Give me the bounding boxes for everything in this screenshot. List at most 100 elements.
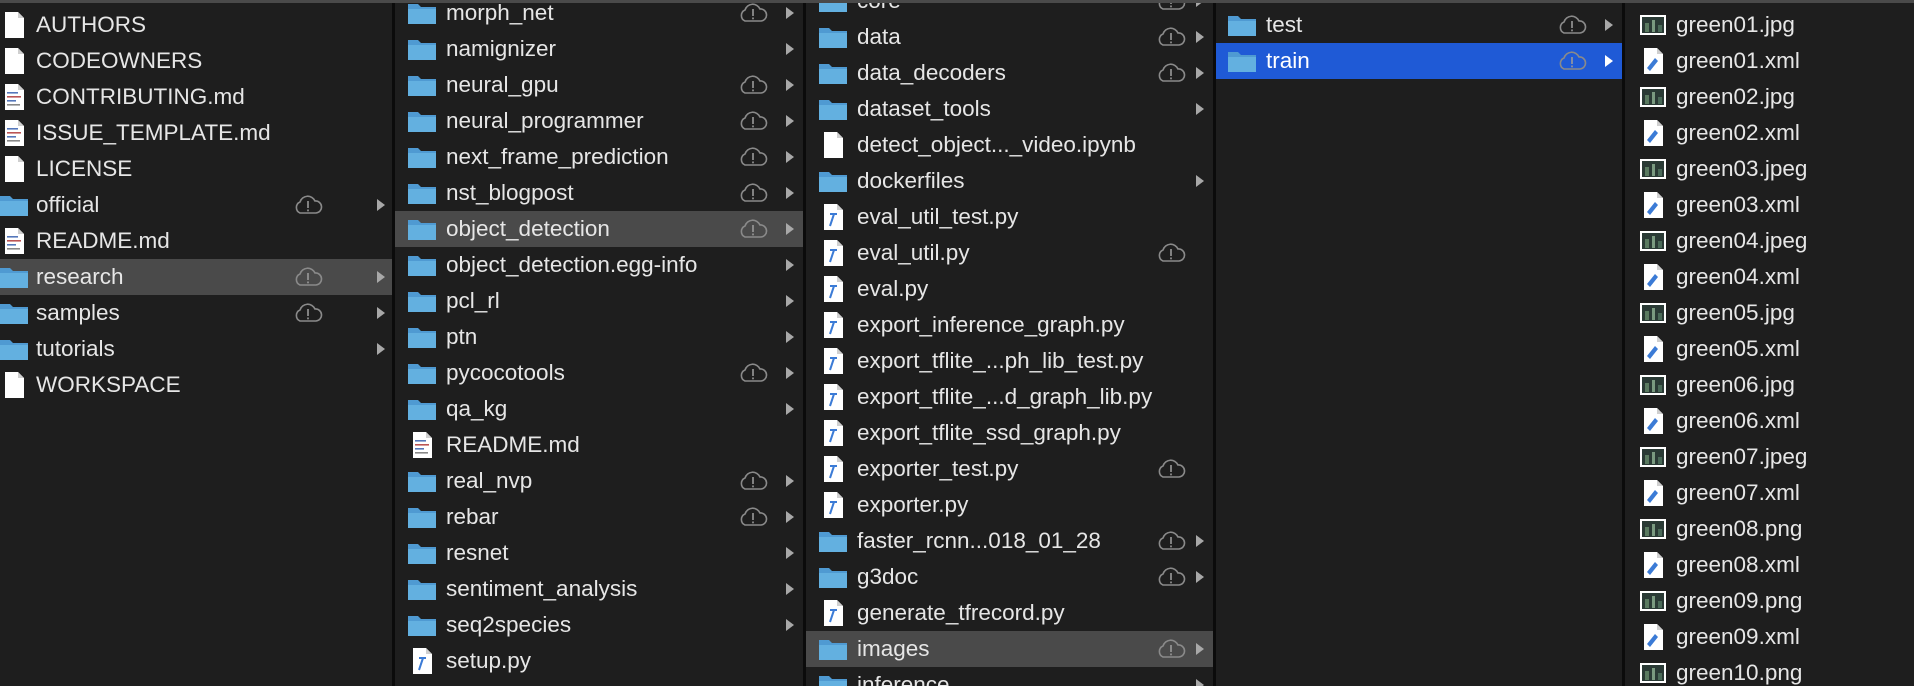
- file-row[interactable]: export_inference_graph.py: [806, 307, 1213, 343]
- file-row[interactable]: green08.png: [1625, 511, 1914, 547]
- column-3[interactable]: core data data_decoders dataset_toolsdetect…: [806, 3, 1213, 686]
- file-list: AUTHORS CODEOWNERS CONTRIBUTING.md ISSUE_TE…: [0, 7, 392, 403]
- folder-row[interactable]: faster_rcnn...018_01_28: [806, 523, 1213, 559]
- file-row[interactable]: green03.xml: [1625, 187, 1914, 223]
- file-row[interactable]: green06.xml: [1625, 403, 1914, 439]
- file-row[interactable]: CODEOWNERS: [0, 43, 392, 79]
- column-2[interactable]: morph_net namignizer neural_gpu neural_prog…: [395, 3, 803, 686]
- folder-row[interactable]: dockerfiles: [806, 163, 1213, 199]
- file-row[interactable]: README.md: [395, 427, 803, 463]
- file-list: green01.jpg green01.xml green02.jpg green02…: [1625, 7, 1914, 686]
- folder-icon: [406, 574, 438, 604]
- item-name: setup.py: [446, 648, 532, 673]
- folder-row[interactable]: object_detection.egg-info: [395, 247, 803, 283]
- file-row[interactable]: WORKSPACE: [0, 367, 392, 403]
- folder-icon: [0, 334, 30, 364]
- file-row[interactable]: green05.xml: [1625, 331, 1914, 367]
- file-row[interactable]: CONTRIBUTING.md: [0, 79, 392, 115]
- file-row[interactable]: green01.jpg: [1625, 7, 1914, 43]
- folder-row[interactable]: test: [1216, 7, 1622, 43]
- file-row[interactable]: green04.xml: [1625, 259, 1914, 295]
- folder-row[interactable]: train: [1216, 43, 1622, 79]
- file-row[interactable]: eval_util.py: [806, 235, 1213, 271]
- file-row[interactable]: eval.py: [806, 271, 1213, 307]
- file-row[interactable]: green09.xml: [1625, 619, 1914, 655]
- file-row[interactable]: green04.jpeg: [1625, 223, 1914, 259]
- folder-row[interactable]: [395, 679, 803, 686]
- folder-row[interactable]: core: [806, 3, 1213, 19]
- icloud-alert-icon: [737, 217, 769, 241]
- file-row[interactable]: eval_util_test.py: [806, 199, 1213, 235]
- file-row[interactable]: LICENSE: [0, 151, 392, 187]
- folder-row[interactable]: ptn: [395, 319, 803, 355]
- folder-row[interactable]: images: [806, 631, 1213, 667]
- file-row[interactable]: green10.png: [1625, 655, 1914, 686]
- folder-row[interactable]: seq2species: [395, 607, 803, 643]
- folder-row[interactable]: resnet: [395, 535, 803, 571]
- xml-file-icon: [1637, 46, 1669, 76]
- file-row[interactable]: green06.jpg: [1625, 367, 1914, 403]
- file-row[interactable]: green07.jpeg: [1625, 439, 1914, 475]
- folder-icon: [406, 214, 438, 244]
- file-row[interactable]: exporter_test.py: [806, 451, 1213, 487]
- folder-icon: [406, 70, 438, 100]
- folder-row[interactable]: nst_blogpost: [395, 175, 803, 211]
- disclosure-arrow-icon: [1604, 54, 1614, 68]
- file-row[interactable]: AUTHORS: [0, 7, 392, 43]
- file-row[interactable]: green08.xml: [1625, 547, 1914, 583]
- folder-row[interactable]: namignizer: [395, 31, 803, 67]
- file-row[interactable]: export_tflite_ssd_graph.py: [806, 415, 1213, 451]
- icloud-alert-icon: [292, 301, 324, 325]
- disclosure-arrow-icon: [785, 42, 795, 56]
- file-row[interactable]: generate_tfrecord.py: [806, 595, 1213, 631]
- folder-row[interactable]: pycocotools: [395, 355, 803, 391]
- folder-row[interactable]: dataset_tools: [806, 91, 1213, 127]
- item-name: green06.xml: [1676, 408, 1800, 433]
- column-5[interactable]: green01.jpg green01.xml green02.jpg green02…: [1625, 3, 1914, 686]
- disclosure-arrow-icon: [376, 306, 386, 320]
- folder-row[interactable]: research: [0, 259, 392, 295]
- folder-row[interactable]: object_detection: [395, 211, 803, 247]
- icloud-alert-icon: [1155, 241, 1187, 265]
- folder-icon: [406, 34, 438, 64]
- xml-file-icon: [1637, 550, 1669, 580]
- folder-row[interactable]: next_frame_prediction: [395, 139, 803, 175]
- file-row[interactable]: export_tflite_...d_graph_lib.py: [806, 379, 1213, 415]
- file-row[interactable]: green02.jpg: [1625, 79, 1914, 115]
- folder-row[interactable]: g3doc: [806, 559, 1213, 595]
- file-row[interactable]: green02.xml: [1625, 115, 1914, 151]
- item-name: neural_programmer: [446, 108, 644, 133]
- folder-row[interactable]: data_decoders: [806, 55, 1213, 91]
- document-icon: [0, 10, 30, 40]
- file-row[interactable]: green07.xml: [1625, 475, 1914, 511]
- folder-row[interactable]: tutorials: [0, 331, 392, 367]
- file-row[interactable]: detect_object..._video.ipynb: [806, 127, 1213, 163]
- folder-row[interactable]: samples: [0, 295, 392, 331]
- file-row[interactable]: export_tflite_...ph_lib_test.py: [806, 343, 1213, 379]
- column-1[interactable]: AUTHORS CODEOWNERS CONTRIBUTING.md ISSUE_TE…: [0, 3, 392, 686]
- file-row[interactable]: setup.py: [395, 643, 803, 679]
- folder-row[interactable]: qa_kg: [395, 391, 803, 427]
- folder-row[interactable]: morph_net: [395, 3, 803, 31]
- column-4[interactable]: test train: [1216, 3, 1622, 686]
- folder-row[interactable]: sentiment_analysis: [395, 571, 803, 607]
- xml-file-icon: [1637, 118, 1669, 148]
- folder-row[interactable]: real_nvp: [395, 463, 803, 499]
- file-row[interactable]: exporter.py: [806, 487, 1213, 523]
- item-name: seq2species: [446, 612, 572, 637]
- folder-row[interactable]: rebar: [395, 499, 803, 535]
- folder-row[interactable]: neural_gpu: [395, 67, 803, 103]
- folder-row[interactable]: neural_programmer: [395, 103, 803, 139]
- folder-row[interactable]: data: [806, 19, 1213, 55]
- folder-row[interactable]: inference: [806, 667, 1213, 686]
- image-thumbnail-icon: [1637, 298, 1669, 328]
- item-name: real_nvp: [446, 468, 533, 493]
- file-row[interactable]: ISSUE_TEMPLATE.md: [0, 115, 392, 151]
- folder-row[interactable]: pcl_rl: [395, 283, 803, 319]
- file-row[interactable]: green01.xml: [1625, 43, 1914, 79]
- file-row[interactable]: README.md: [0, 223, 392, 259]
- file-row[interactable]: green05.jpg: [1625, 295, 1914, 331]
- file-row[interactable]: green03.jpeg: [1625, 151, 1914, 187]
- folder-row[interactable]: official: [0, 187, 392, 223]
- file-row[interactable]: green09.png: [1625, 583, 1914, 619]
